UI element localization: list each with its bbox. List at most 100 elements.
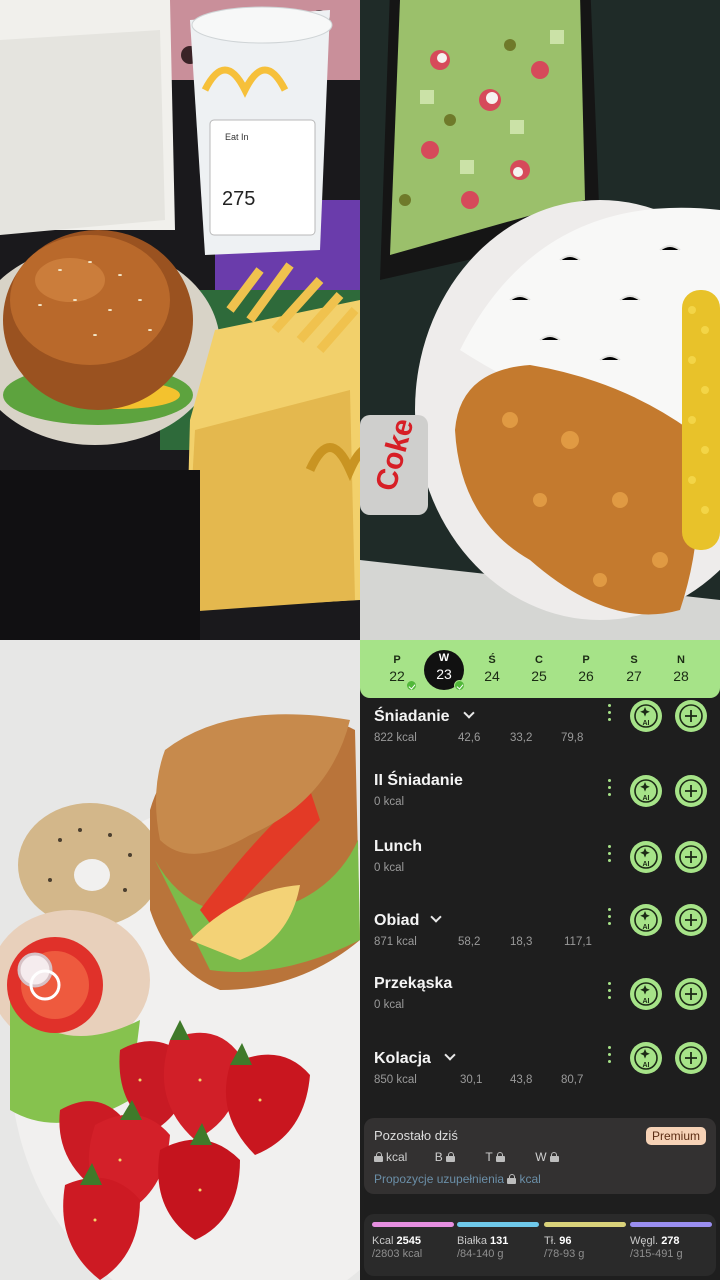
day-letter: C [535,654,543,666]
more-options-icon[interactable] [608,845,612,865]
ai-sparkle-button[interactable]: AI [630,841,662,873]
meal-fat: 33,2 [510,732,533,744]
meal-protein: 58,2 [458,936,481,948]
day-number: 27 [626,668,642,684]
more-options-icon[interactable] [608,1046,612,1066]
meal-fat: 18,3 [510,936,533,948]
meal-protein: 42,6 [458,732,481,744]
ai-sparkle-icon: AI [634,1046,658,1070]
more-options-icon[interactable] [608,779,612,799]
locked-protein: B [435,1150,458,1164]
plus-icon [679,845,703,869]
meal-kcal: 0 kcal [374,999,405,1011]
svg-text:AI: AI [643,720,650,727]
meal-row-supper[interactable]: Kolacja 850 kcal 30,1 43,8 80,7 AI [360,1042,720,1102]
meal-carbs: 80,7 [561,1074,584,1086]
chevron-down-icon[interactable] [430,911,442,923]
ai-sparkle-button[interactable]: AI [630,904,662,936]
remaining-title: Pozostało dziś [374,1128,458,1143]
svg-text:AI: AI [643,924,650,931]
ai-sparkle-icon: AI [634,908,658,932]
remaining-today-card[interactable]: Pozostało dziś Premium kcal B T W Propoz… [364,1118,716,1194]
suggestions-link[interactable]: Propozycje uzupełnienia kcal [374,1172,541,1186]
svg-text:AI: AI [643,1062,650,1069]
total-kcal: Kcal 2545 /2803 kcal [372,1222,454,1260]
day-number: 24 [484,668,500,684]
day-letter: S [630,654,638,666]
locked-fat: T [485,1150,507,1164]
more-options-icon[interactable] [608,704,612,724]
meal-row-lunch[interactable]: Lunch 0 kcal AI [360,830,720,890]
meal-kcal: 871 kcal [374,936,417,948]
meal-kcal: 0 kcal [374,796,405,808]
photo-rice-chicken: Coke [360,0,720,640]
locked-kcal: kcal [374,1150,407,1164]
photo-collage: Eat In 275 Coke P 22 W 23 Ś 24 C 25 P 26… [0,0,720,1280]
premium-badge[interactable]: Premium [645,1127,706,1145]
meal-carbs: 117,1 [564,936,592,948]
daily-totals-bar: Kcal 2545 /2803 kcal Białka 131 /84-140 … [364,1214,716,1276]
add-food-button[interactable] [675,978,707,1010]
ai-sparkle-icon: AI [634,982,658,1006]
plus-icon [679,779,703,803]
add-food-button[interactable] [675,904,707,936]
more-options-icon[interactable] [608,908,612,928]
more-options-icon[interactable] [608,982,612,1002]
svg-text:AI: AI [643,795,650,802]
carbs-bar [630,1222,712,1227]
meal-name: Kolacja [374,1050,431,1067]
svg-text:AI: AI [643,998,650,1005]
ai-sparkle-button[interactable]: AI [630,978,662,1010]
lock-icon [549,1152,559,1162]
meal-row-second-breakfast[interactable]: II Śniadanie 0 kcal AI [360,764,720,824]
meal-row-snack[interactable]: Przekąska 0 kcal AI [360,967,720,1027]
protein-bar [457,1222,539,1227]
day-fri[interactable]: P 26 [566,654,606,684]
day-tue-selected[interactable]: W 23 [424,650,464,690]
add-food-button[interactable] [675,700,707,732]
meal-name: Śniadanie [374,708,450,725]
ai-sparkle-icon: AI [634,845,658,869]
meal-fat: 43,8 [510,1074,533,1086]
lock-icon [446,1152,456,1162]
meal-row-breakfast[interactable]: Śniadanie 822 kcal 42,6 33,2 79,8 AI [360,700,720,760]
day-letter: P [582,654,590,666]
kcal-bar [372,1222,454,1227]
meal-kcal: 822 kcal [374,732,417,744]
chevron-down-icon[interactable] [463,707,475,719]
day-letter: W [438,652,450,664]
day-wed[interactable]: Ś 24 [472,654,512,684]
day-thu[interactable]: C 25 [519,654,559,684]
locked-values-row: kcal B T W [374,1150,586,1164]
add-food-button[interactable] [675,1042,707,1074]
day-number: 26 [578,668,594,684]
lock-icon [495,1152,505,1162]
lock-icon [507,1174,517,1184]
ai-sparkle-button[interactable]: AI [630,775,662,807]
add-food-button[interactable] [675,775,707,807]
day-letter: Ś [488,654,496,666]
day-sun[interactable]: N 28 [661,654,701,684]
check-icon [406,680,417,691]
check-icon [454,680,465,691]
meal-carbs: 79,8 [561,732,584,744]
ai-sparkle-button[interactable]: AI [630,700,662,732]
svg-text:AI: AI [643,861,650,868]
meal-name: Obiad [374,912,420,929]
cup-order-number: 275 [222,188,255,210]
week-strip: P 22 W 23 Ś 24 C 25 P 26 S 27 N 28 [360,640,720,698]
diet-app-screen: P 22 W 23 Ś 24 C 25 P 26 S 27 N 28 Śniad… [360,640,720,1280]
meal-row-dinner[interactable]: Obiad 871 kcal 58,2 18,3 117,1 AI [360,904,720,964]
meal-name: Przekąska [374,975,453,992]
day-sat[interactable]: S 27 [614,654,654,684]
photo-bagels-strawberries [0,640,360,1280]
chevron-down-icon[interactable] [444,1049,456,1061]
total-carbs: Węgl. 278 /315-491 g [630,1222,712,1260]
add-food-button[interactable] [675,841,707,873]
ai-sparkle-button[interactable]: AI [630,1042,662,1074]
total-protein: Białka 131 /84-140 g [457,1222,539,1260]
ai-sparkle-icon: AI [634,779,658,803]
burger-meal-illustration: Eat In 275 [0,0,360,640]
day-number: 25 [531,668,547,684]
plus-icon [679,908,703,932]
